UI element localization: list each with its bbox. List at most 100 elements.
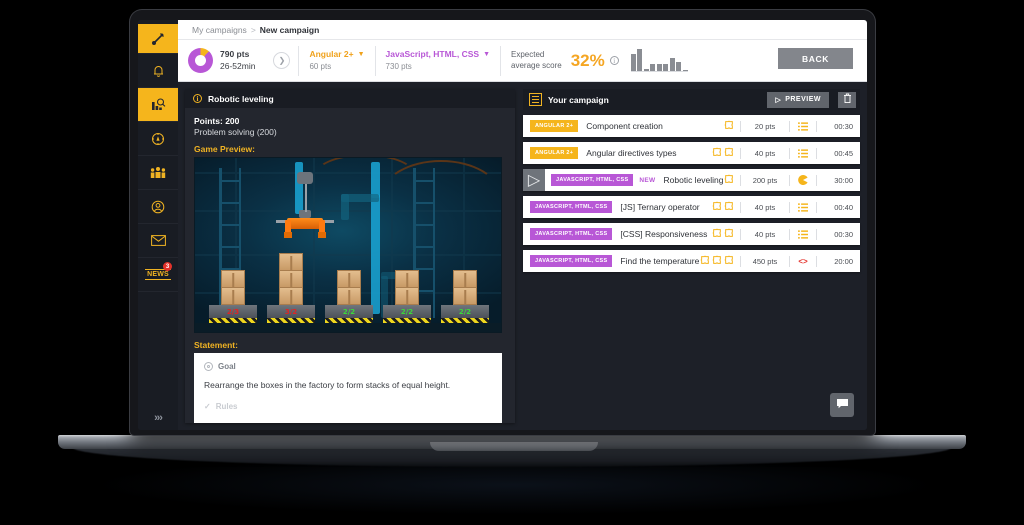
- robot-claw-right: [318, 232, 326, 238]
- robot-body: [287, 218, 323, 229]
- rules-row[interactable]: ✓ Rules: [204, 402, 492, 411]
- statement-label: Statement:: [194, 340, 506, 350]
- game-box: [453, 287, 477, 305]
- puzzle-piece-icon: [712, 144, 722, 162]
- tech-javascript-points: 730 pts: [386, 61, 490, 72]
- divider: [789, 229, 790, 240]
- exercise-title: Robotic leveling: [664, 175, 725, 185]
- tech-angular[interactable]: Angular 2+ ▼ 60 pts: [299, 40, 374, 81]
- divider: [789, 202, 790, 213]
- exercise-title: [JS] Ternary operator: [620, 202, 712, 212]
- divider: [816, 175, 817, 186]
- exercise-list: ANGULAR 2+Component creation20 pts00:30 A…: [523, 110, 860, 272]
- sidebar-item-account[interactable]: [138, 190, 178, 224]
- chevron-down-icon[interactable]: ▼: [358, 50, 365, 60]
- exercise-row[interactable]: ANGULAR 2+Component creation20 pts00:30: [523, 115, 860, 137]
- robot-hook: [297, 172, 313, 184]
- platform-body: 2/3: [209, 305, 257, 318]
- platform-count-label: 2/2: [459, 308, 471, 316]
- exercise-difficulty: [724, 117, 734, 135]
- exercise-play-button[interactable]: ▷: [523, 169, 545, 191]
- exercise-points-row: Points: 200: [194, 116, 506, 126]
- platform-hazard-stripe: [383, 318, 431, 323]
- robot-rope: [305, 184, 307, 212]
- target-icon: [151, 132, 165, 146]
- pen-logo-icon: [150, 31, 166, 47]
- chat-button[interactable]: [830, 393, 854, 417]
- puzzle-piece-icon: [724, 252, 734, 270]
- new-badge: NEW: [639, 177, 655, 184]
- preview-button[interactable]: ▷ PREVIEW: [767, 92, 829, 108]
- platform-body: 2/2: [383, 305, 431, 318]
- exercise-row[interactable]: JAVASCRIPT, HTML, CSSFind the temperatur…: [523, 250, 860, 272]
- divider: [740, 229, 741, 240]
- campaign-header: 790 pts 26-52min ❯ Angular 2+ ▼: [178, 40, 867, 82]
- exercise-row[interactable]: JAVASCRIPT, HTML, CSS[CSS] Responsivenes…: [523, 223, 860, 245]
- trash-icon: [843, 91, 852, 109]
- chart-bar: [657, 64, 662, 71]
- exercise-points-value: 200: [225, 116, 239, 126]
- info-icon[interactable]: i: [610, 56, 619, 65]
- sidebar-item-community[interactable]: [138, 156, 178, 190]
- puzzle-piece-icon: [700, 252, 710, 270]
- campaign-summary: 790 pts 26-52min: [178, 40, 265, 81]
- laptop-screen: NEWS 3 »› My campaigns > New campaign: [138, 20, 867, 430]
- sidebar-expand-button[interactable]: »›: [138, 412, 178, 424]
- game-box: [337, 287, 361, 305]
- tech-angular-label: Angular 2+: [309, 49, 353, 61]
- divider: [789, 121, 790, 132]
- cable-2: [381, 160, 501, 232]
- exercise-row[interactable]: JAVASCRIPT, HTML, CSS[JS] Ternary operat…: [523, 196, 860, 218]
- sidebar-item-campaigns[interactable]: [138, 88, 178, 122]
- exercise-row[interactable]: ANGULAR 2+Angular directives types40 pts…: [523, 142, 860, 164]
- pipe-glow-1: [295, 162, 303, 214]
- exercise-detail-body: Points: 200 Problem solving (200) Game P…: [185, 108, 515, 423]
- exercise-title: Angular directives types: [586, 148, 712, 158]
- divider: [816, 202, 817, 213]
- divider: [740, 148, 741, 159]
- chevron-down-icon[interactable]: ▼: [483, 50, 490, 60]
- game-box: [453, 270, 477, 288]
- code-icon: <>: [796, 257, 810, 266]
- exercise-difficulty: [700, 252, 734, 270]
- expand-summary-button[interactable]: ❯: [273, 52, 290, 69]
- list-icon: [796, 203, 810, 212]
- puzzle-piece-icon: [724, 117, 734, 135]
- chart-bar: [631, 54, 636, 71]
- game-platform: 2/2: [325, 305, 373, 323]
- platform-hazard-stripe: [441, 318, 489, 323]
- divider: [789, 175, 790, 186]
- exercise-points: 450 pts: [747, 257, 783, 266]
- back-button[interactable]: BACK: [778, 48, 853, 69]
- puzzle-piece-icon: [724, 198, 734, 216]
- delete-button[interactable]: [838, 92, 856, 108]
- chart-bar: [676, 62, 681, 71]
- sidebar-item-messages[interactable]: [138, 224, 178, 258]
- app-window: NEWS 3 »› My campaigns > New campaign: [138, 20, 867, 430]
- exercise-duration: 20:00: [823, 257, 853, 266]
- sidebar-item-news[interactable]: NEWS 3: [138, 258, 178, 292]
- game-platform: 2/2: [441, 305, 489, 323]
- puzzle-piece-icon: [712, 252, 722, 270]
- game-icon: [796, 175, 810, 185]
- chart-bar: [644, 69, 649, 71]
- exercise-tech-tag: ANGULAR 2+: [530, 147, 578, 159]
- sidebar-item-notifications[interactable]: [138, 54, 178, 88]
- game-preview[interactable]: 2/33/22/22/22/2: [194, 157, 502, 333]
- puzzle-piece-icon: [712, 225, 722, 243]
- breadcrumb: My campaigns > New campaign: [178, 20, 867, 40]
- divider: [789, 148, 790, 159]
- tech-javascript[interactable]: JavaScript, HTML, CSS ▼ 730 pts: [376, 40, 500, 81]
- sidebar-item-logo[interactable]: [138, 24, 178, 54]
- exercise-tech-tag: JAVASCRIPT, HTML, CSS: [530, 228, 612, 240]
- expected-score-value: 32%: [571, 51, 605, 71]
- tech-javascript-label: JavaScript, HTML, CSS: [386, 49, 480, 61]
- divider: [740, 175, 741, 186]
- user-circle-icon: [151, 200, 165, 214]
- platform-body: 2/2: [325, 305, 373, 318]
- sidebar-item-targets[interactable]: [138, 122, 178, 156]
- breadcrumb-separator: >: [251, 25, 256, 35]
- breadcrumb-parent[interactable]: My campaigns: [192, 25, 247, 35]
- exercise-row[interactable]: ▷JAVASCRIPT, HTML, CSSNEWRobotic levelin…: [523, 169, 860, 191]
- chart-bar: [663, 64, 668, 71]
